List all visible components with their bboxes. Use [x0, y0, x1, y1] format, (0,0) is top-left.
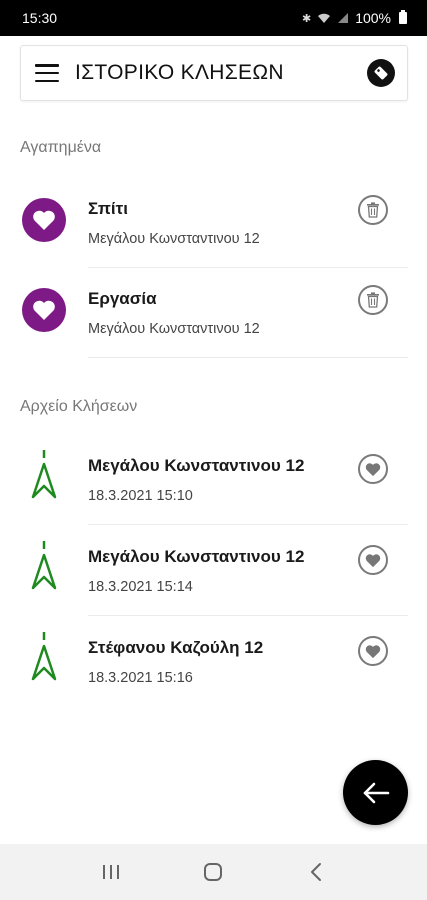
history-address: Μεγάλου Κωνσταντινου 12 [88, 456, 305, 475]
divider [88, 615, 408, 616]
favorite-icon[interactable] [358, 636, 388, 666]
history-datetime: 18.3.2021 15:14 [88, 579, 193, 595]
home-icon[interactable] [193, 852, 233, 892]
trash-icon[interactable] [358, 195, 388, 225]
divider [88, 357, 408, 358]
favorite-item[interactable]: Σπίτι Μεγάλου Κωνσταντινου 12 [20, 178, 408, 268]
favorite-icon[interactable] [358, 454, 388, 484]
bluetooth-icon: ✱ [301, 12, 312, 25]
back-icon[interactable] [296, 852, 336, 892]
favorite-icon[interactable] [358, 545, 388, 575]
page-title: ΙΣΤΟΡΙΚΟ ΚΛΗΣΕΩΝ [75, 61, 284, 84]
recent-apps-icon[interactable] [91, 852, 131, 892]
signal-icon [338, 13, 349, 23]
navigation-icon [22, 447, 66, 503]
history-item[interactable]: Στέφανου Καζούλη 12 18.3.2021 15:16 [20, 617, 408, 707]
favorite-item[interactable]: Εργασία Μεγάλου Κωνσταντινου 12 [20, 268, 408, 358]
arrow-left-icon [363, 782, 389, 803]
status-time: 15:30 [22, 10, 58, 26]
menu-icon[interactable] [35, 64, 59, 82]
back-fab-button[interactable] [343, 760, 408, 825]
favorites-section-title: Αγαπημένα [20, 139, 102, 156]
wifi-icon [318, 13, 331, 23]
history-item[interactable]: Μεγάλου Κωνσταντινου 12 18.3.2021 15:10 [20, 435, 408, 525]
divider [88, 524, 408, 525]
favorite-name: Σπίτι [88, 199, 128, 218]
favorite-address: Μεγάλου Κωνσταντινου 12 [88, 231, 260, 247]
battery-percent: 100% [355, 10, 391, 26]
heart-icon [22, 288, 66, 332]
app-bar: ΙΣΤΟΡΙΚΟ ΚΛΗΣΕΩΝ [20, 45, 408, 101]
status-bar: 15:30 ✱ 100% [0, 0, 427, 36]
history-section-title: Αρχείο Κλήσεων [20, 398, 138, 415]
tag-icon[interactable] [367, 59, 395, 87]
history-datetime: 18.3.2021 15:10 [88, 488, 193, 504]
system-nav-bar [0, 844, 427, 900]
favorite-address: Μεγάλου Κωνσταντινου 12 [88, 321, 260, 337]
navigation-icon [22, 538, 66, 594]
status-icons: ✱ 100% [302, 10, 407, 26]
trash-icon[interactable] [358, 285, 388, 315]
heart-icon [22, 198, 66, 242]
history-datetime: 18.3.2021 15:16 [88, 670, 193, 686]
history-item[interactable]: Μεγάλου Κωνσταντινου 12 18.3.2021 15:14 [20, 526, 408, 616]
navigation-icon [22, 629, 66, 685]
favorite-name: Εργασία [88, 289, 157, 308]
battery-icon [399, 10, 407, 24]
history-address: Μεγάλου Κωνσταντινου 12 [88, 547, 305, 566]
history-address: Στέφανου Καζούλη 12 [88, 638, 264, 657]
